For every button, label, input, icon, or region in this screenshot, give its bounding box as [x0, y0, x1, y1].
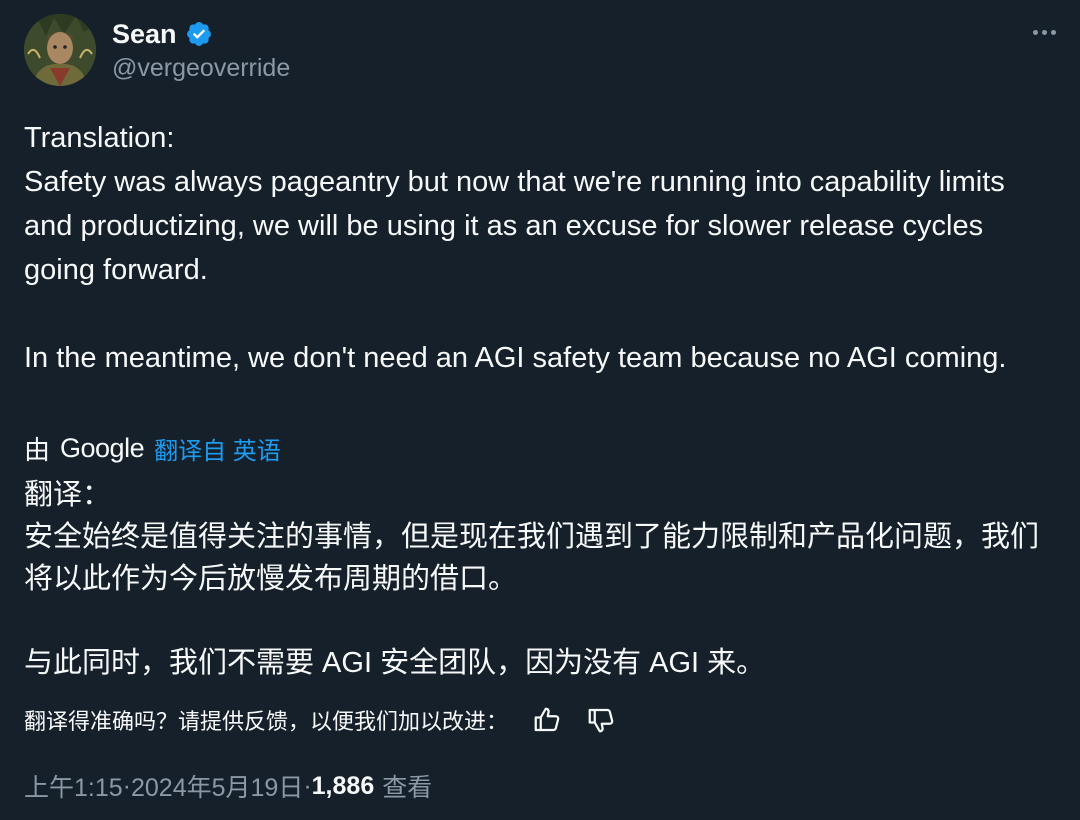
tweet-text-line: Safety was always pageantry but now that… [24, 166, 1005, 286]
translated-text: 翻译： 安全始终是值得关注的事情，但是现在我们遇到了能力限制和产品化问题，我们将… [24, 474, 1064, 684]
views-count: 1,886 [311, 771, 375, 800]
feedback-prompt: 翻译得准确吗？请提供反馈，以便我们加以改进： [24, 709, 509, 734]
translation-feedback: 翻译得准确吗？请提供反馈，以便我们加以改进： [24, 700, 616, 740]
more-options-icon[interactable] [1026, 20, 1062, 44]
thumbs-down-icon[interactable] [586, 705, 616, 735]
tweet-text-line: In the meantime, we don't need an AGI sa… [24, 342, 1007, 374]
views-label: 查看 [382, 774, 433, 802]
author-handle[interactable]: @vergeoverride [112, 54, 290, 83]
meta-separator: · [122, 771, 131, 800]
avatar-image [24, 14, 96, 86]
author-name-row[interactable]: Sean [112, 16, 213, 52]
translation-attribution: 由 Google 翻译自 英语 [24, 428, 281, 468]
translated-from-link[interactable]: 翻译自 英语 [154, 431, 281, 466]
tweet-card: Sean @vergeoverride Translation: Safety … [0, 0, 1080, 820]
avatar[interactable] [24, 14, 96, 86]
translated-text-line: 与此同时，我们不需要 AGI 安全团队，因为没有 AGI 来。 [24, 647, 766, 679]
thumbs-up-icon[interactable] [532, 705, 562, 735]
google-logo: Google [60, 432, 145, 463]
tweet-text: Translation: Safety was always pageantry… [24, 116, 1054, 380]
translated-text-line: 翻译： [24, 479, 112, 511]
translated-by-label: 由 [24, 434, 51, 465]
tweet-time[interactable]: 上午1:15 [24, 768, 123, 804]
tweet-date[interactable]: 2024年5月19日 [131, 768, 303, 804]
tweet-meta: 上午1:15 · 2024年5月19日 · 1,886 查看 [24, 766, 432, 806]
author-display-name[interactable]: Sean [112, 19, 177, 50]
verified-badge-icon [186, 22, 211, 46]
meta-separator: · [303, 771, 312, 800]
tweet-text-line: Translation: [24, 122, 175, 154]
translated-text-line: 安全始终是值得关注的事情，但是现在我们遇到了能力限制和产品化问题，我们将以此作为… [24, 521, 1040, 595]
